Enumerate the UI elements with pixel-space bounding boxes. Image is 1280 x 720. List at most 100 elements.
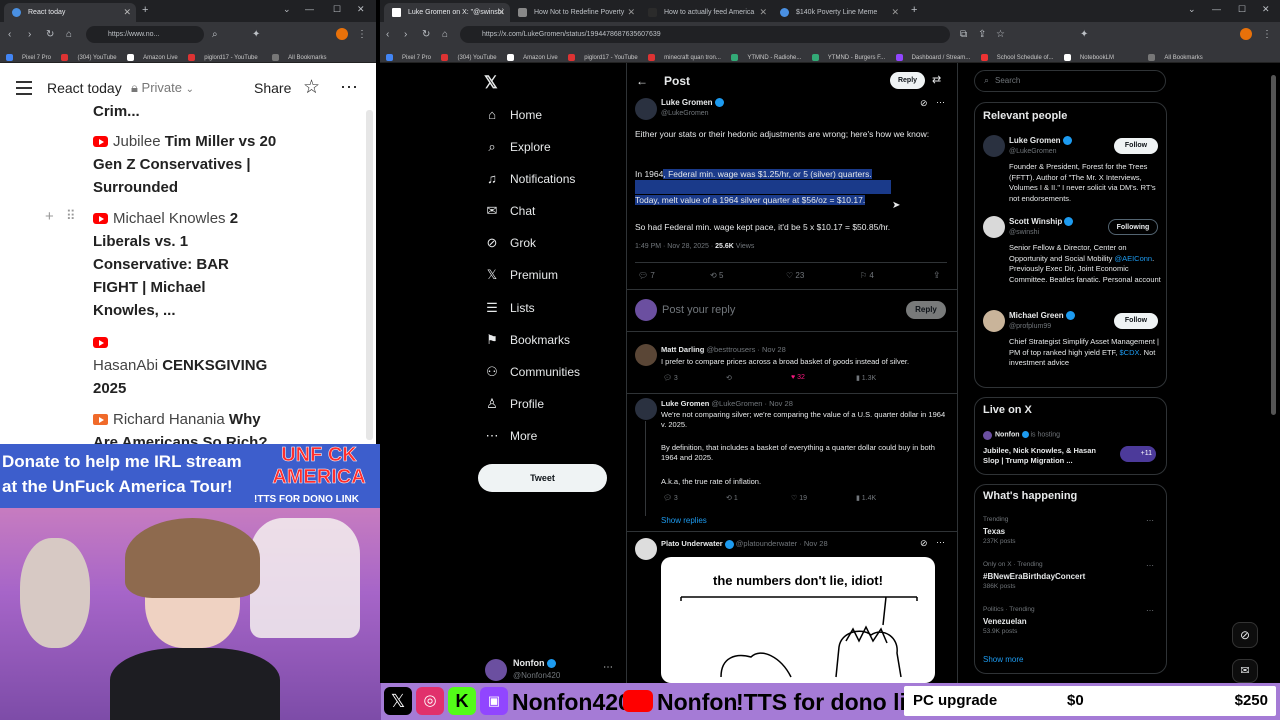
- close-tab-icon[interactable]: ✕: [891, 3, 899, 22]
- follow-button[interactable]: Follow: [1114, 138, 1158, 154]
- person-name[interactable]: Michael Green: [1009, 311, 1075, 321]
- star-icon[interactable]: ☆: [303, 76, 320, 99]
- home-icon[interactable]: ⌂: [442, 26, 448, 43]
- post-author[interactable]: Luke Gromen: [661, 98, 724, 108]
- bookmark-count[interactable]: ⚐ 4: [860, 271, 874, 280]
- bookmark-item[interactable]: YTMND - Radiohe...: [731, 50, 801, 62]
- trend-more-icon[interactable]: ⋯: [1146, 516, 1154, 525]
- install-icon[interactable]: ⧉: [960, 26, 967, 43]
- tweet-button[interactable]: Tweet: [478, 464, 607, 492]
- comic-image[interactable]: the numbers don't lie, idiot!: [661, 557, 935, 683]
- bookmark-item[interactable]: Amazon Live: [127, 50, 178, 62]
- person-name[interactable]: Scott Winship: [1009, 217, 1074, 227]
- bookmark-item[interactable]: School Schedule of...: [980, 50, 1053, 62]
- bookmark-item[interactable]: (304) YouTube: [441, 50, 497, 62]
- person-avatar[interactable]: [983, 310, 1005, 332]
- views-count[interactable]: ▮ 1.3K: [856, 374, 876, 382]
- repost-icon[interactable]: ⟲: [726, 374, 732, 382]
- tab-react-today[interactable]: React today ✕: [4, 3, 136, 22]
- bookmark-item[interactable]: YTMND - Burgers F...: [811, 50, 885, 62]
- extensions-icon[interactable]: ✦: [1080, 26, 1088, 43]
- close-tab-icon[interactable]: ✕: [759, 3, 767, 22]
- share-button[interactable]: Share: [254, 80, 291, 96]
- list-item[interactable]: Crim...: [93, 100, 283, 123]
- reply-count[interactable]: 💬︎ 3: [663, 374, 678, 382]
- reload-icon[interactable]: ↻: [46, 26, 54, 43]
- profile-avatar[interactable]: [336, 28, 348, 40]
- following-button[interactable]: Following: [1108, 219, 1158, 235]
- list-item[interactable]: Richard Hanania Why Are Americans So Ric…: [93, 408, 283, 444]
- page-scrollbar[interactable]: [1271, 75, 1276, 415]
- tab-luke-gromen[interactable]: Luke Gromen on X: "@swinshi ✕: [384, 3, 510, 22]
- close-window-icon[interactable]: ✕: [1262, 4, 1270, 15]
- close-window-icon[interactable]: ✕: [357, 4, 365, 15]
- forward-icon[interactable]: ›: [28, 26, 31, 43]
- close-tab-icon[interactable]: ✕: [123, 3, 131, 22]
- reply-avatar[interactable]: [635, 344, 657, 366]
- profile-avatar[interactable]: [1240, 28, 1252, 40]
- close-tab-icon[interactable]: ✕: [497, 3, 505, 22]
- account-avatar[interactable]: [485, 659, 507, 681]
- drag-handle-icon[interactable]: ⠿: [66, 208, 76, 224]
- bookmark-item[interactable]: Amazon Live: [507, 50, 558, 62]
- share-icon[interactable]: ⇪: [933, 270, 941, 281]
- bookmark-item[interactable]: All Bookmarks: [1148, 50, 1203, 62]
- zoom-icon[interactable]: ⌕: [212, 26, 218, 43]
- minimize-icon[interactable]: —: [305, 4, 314, 14]
- tab-poverty-meme[interactable]: $140k Poverty Line Meme ✕: [772, 3, 904, 22]
- bookmark-item[interactable]: Pixel 7 Pro: [386, 50, 431, 62]
- account-more-icon[interactable]: ⋯: [603, 662, 613, 673]
- messages-float-icon[interactable]: ✉: [1232, 659, 1258, 683]
- account-name[interactable]: Nonfon: [513, 658, 556, 669]
- menu-dots-icon[interactable]: ⋮: [1262, 26, 1272, 43]
- forward-icon[interactable]: ›: [404, 26, 407, 43]
- repost-count[interactable]: ⟲ 1: [726, 494, 738, 502]
- back-icon[interactable]: ‹: [8, 26, 11, 43]
- bookmark-item[interactable]: (304) YouTube: [61, 50, 117, 62]
- list-item[interactable]: HasanAbi CENKSGIVING 2025: [93, 331, 283, 400]
- bookmark-item[interactable]: piglord17 - YouTube: [568, 50, 638, 62]
- like-count[interactable]: ♡ 23: [786, 271, 804, 280]
- header-reply-button[interactable]: Reply: [890, 72, 925, 89]
- like-count[interactable]: ♥ 32: [791, 374, 805, 381]
- minimize-icon[interactable]: —: [1212, 4, 1221, 14]
- new-tab-button[interactable]: +: [142, 4, 148, 16]
- bookmark-item[interactable]: piglord17 - YouTube: [188, 50, 258, 62]
- maximize-icon[interactable]: ☐: [1238, 4, 1246, 15]
- bookmark-item[interactable]: minecraft quan tron...: [648, 50, 721, 62]
- list-item[interactable]: Jubilee Tim Miller vs 20 Gen Z Conservat…: [93, 130, 283, 199]
- back-arrow-icon[interactable]: ←: [636, 74, 648, 88]
- trend-name[interactable]: Texas: [983, 527, 1005, 536]
- filter-icon[interactable]: ⇄: [932, 73, 941, 86]
- trend-name[interactable]: #BNewEraBirthdayConcert: [983, 572, 1085, 581]
- trend-more-icon[interactable]: ⋯: [1146, 561, 1154, 570]
- bookmark-item[interactable]: All Bookmarks: [272, 50, 327, 62]
- composer-reply-button[interactable]: Reply: [906, 301, 946, 319]
- new-tab-button[interactable]: +: [911, 4, 917, 16]
- search-input[interactable]: ⌕ Search: [974, 70, 1166, 92]
- right-url-field[interactable]: https://x.com/LukeGromen/status/19944786…: [460, 26, 950, 43]
- x-logo-icon[interactable]: 𝕏: [484, 73, 498, 93]
- tab-feed-america[interactable]: How to actually feed America ✕: [640, 3, 772, 22]
- privacy-dropdown[interactable]: 🔒︎ Private ⌄: [131, 80, 194, 96]
- reply-avatar[interactable]: [635, 398, 657, 420]
- like-count[interactable]: ♡ 19: [791, 494, 807, 502]
- reply-input[interactable]: Post your reply: [662, 304, 735, 316]
- author-avatar[interactable]: [635, 98, 657, 120]
- repost-count[interactable]: ⟲ 5: [710, 271, 723, 280]
- live-listeners[interactable]: +11: [1120, 446, 1156, 462]
- reload-icon[interactable]: ↻: [422, 26, 430, 43]
- post-more-icon[interactable]: ⋯: [936, 537, 945, 548]
- post-more-icon[interactable]: ⋯: [936, 97, 945, 108]
- scrollbar[interactable]: [366, 110, 373, 440]
- bookmark-item[interactable]: Pixel 7 Pro: [6, 50, 51, 62]
- show-more-link[interactable]: Show more: [983, 655, 1023, 664]
- reply-count[interactable]: 💬︎ 7: [638, 271, 655, 280]
- reply-avatar[interactable]: [635, 538, 657, 560]
- extensions-icon[interactable]: ✦: [252, 26, 260, 43]
- close-tab-icon[interactable]: ✕: [627, 3, 635, 22]
- views-count[interactable]: ▮ 1.4K: [856, 494, 876, 502]
- follow-button[interactable]: Follow: [1114, 313, 1158, 329]
- home-icon[interactable]: ⌂: [66, 26, 72, 43]
- trend-name[interactable]: Venezuelan: [983, 617, 1027, 626]
